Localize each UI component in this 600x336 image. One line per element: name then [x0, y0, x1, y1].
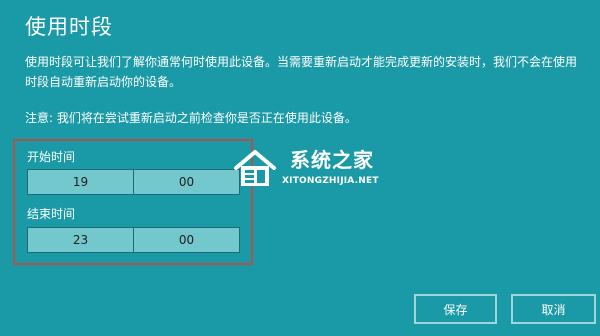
watermark-url: XITONGZHIJIA.NET [282, 176, 379, 186]
page-title: 使用时段 [25, 15, 113, 39]
save-button[interactable]: 保存 [414, 294, 497, 324]
end-time-label: 结束时间 [27, 207, 76, 221]
end-time-minute[interactable]: 00 [133, 228, 239, 252]
page-description: 使用时段可让我们了解你通常何时使用此设备。当需要重新启动才能完成更新的安装时，我… [25, 55, 578, 89]
start-time-picker[interactable]: 19 00 [27, 169, 240, 195]
watermark: 系统之家 XITONGZHIJIA.NET [232, 146, 392, 192]
end-time-picker[interactable]: 23 00 [27, 227, 240, 253]
start-time-label: 开始时间 [27, 150, 76, 164]
watermark-logo-icon [234, 150, 276, 186]
page-note: 注意: 我们将在尝试重新启动之前检查你是否正在使用此设备。 [25, 111, 357, 125]
cancel-button[interactable]: 取消 [511, 294, 596, 324]
start-time-minute[interactable]: 00 [133, 170, 239, 194]
end-time-hour[interactable]: 23 [28, 228, 133, 252]
start-time-hour[interactable]: 19 [28, 170, 133, 194]
watermark-title: 系统之家 [290, 148, 374, 172]
